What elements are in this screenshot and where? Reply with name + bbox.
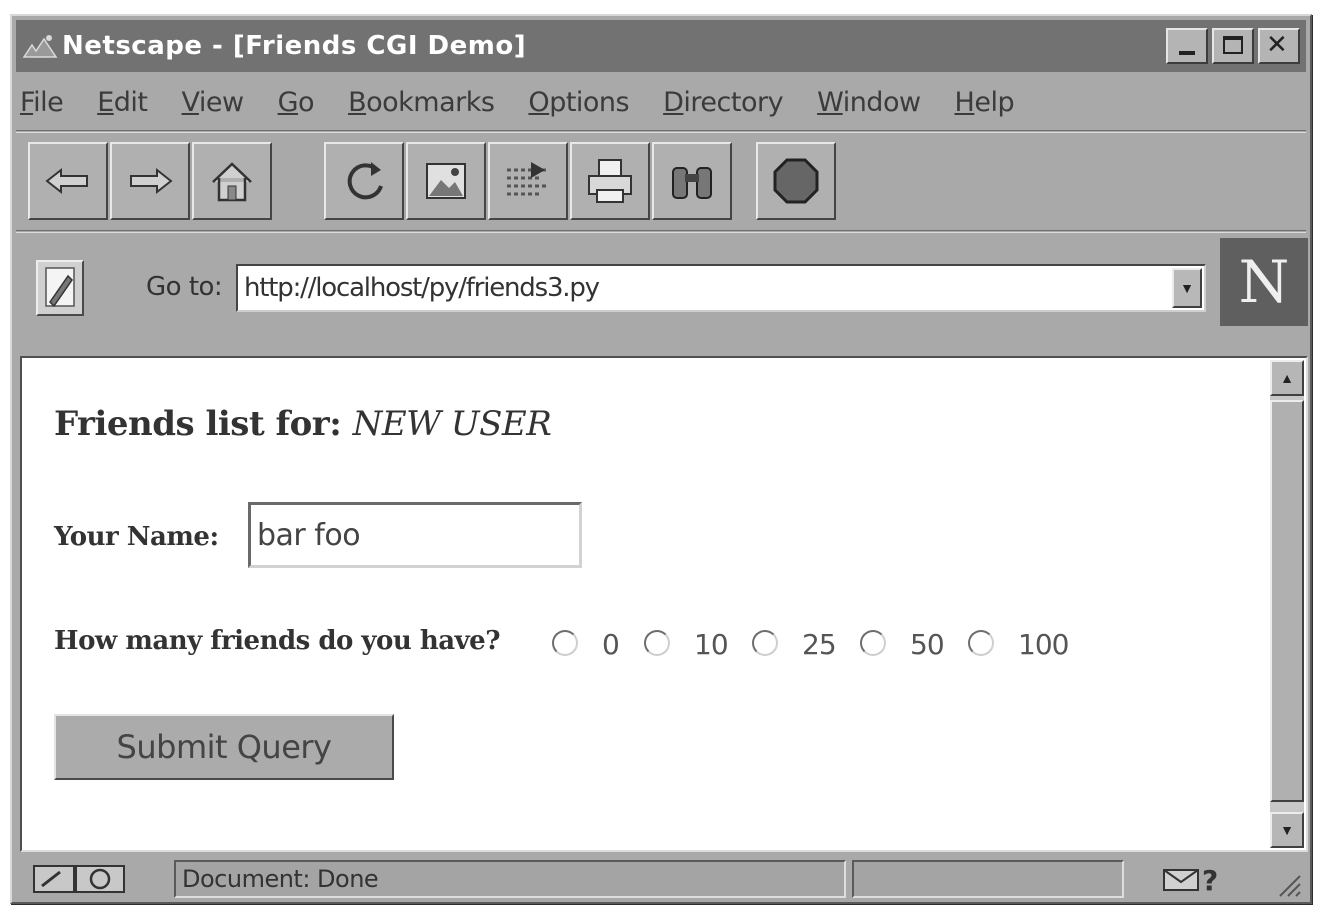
- progress-box: [852, 860, 1124, 898]
- stop-button[interactable]: [756, 142, 836, 220]
- pencil-icon: [45, 267, 75, 308]
- url-dropdown-button[interactable]: ▼: [1172, 268, 1202, 308]
- resize-grip-icon[interactable]: [1272, 868, 1302, 898]
- radio-label-10: 10: [694, 628, 729, 661]
- radio-friends-100[interactable]: [968, 630, 994, 656]
- menu-window[interactable]: Window: [817, 87, 921, 118]
- maximize-icon: [1223, 36, 1243, 54]
- page-content: Friends list for: NEW USER Your Name: Ho…: [20, 356, 1308, 852]
- menu-directory[interactable]: Directory: [663, 87, 783, 118]
- title-bar[interactable]: Netscape - [Friends CGI Demo] ✕: [16, 20, 1306, 72]
- home-button[interactable]: [192, 142, 272, 220]
- find-icon: [672, 167, 712, 199]
- menu-view[interactable]: View: [182, 87, 245, 118]
- menu-bar: File Edit View Go Bookmarks Options Dire…: [16, 78, 1306, 126]
- radio-label-50: 50: [910, 628, 945, 661]
- submit-query-button[interactable]: Submit Query: [54, 714, 394, 780]
- reload-icon: [347, 162, 383, 200]
- back-icon: [45, 167, 88, 195]
- print-button[interactable]: [570, 142, 650, 220]
- name-label: Your Name:: [54, 522, 219, 552]
- back-button[interactable]: [28, 142, 108, 220]
- status-message-box: Document: Done: [174, 860, 846, 898]
- minimize-icon: [1179, 51, 1195, 55]
- menu-edit[interactable]: Edit: [97, 87, 148, 118]
- forward-button[interactable]: [110, 142, 190, 220]
- status-bar: Document: Done ?: [16, 858, 1306, 900]
- goto-label: Go to:: [146, 272, 223, 302]
- netscape-app-icon: [22, 35, 58, 58]
- radio-friends-25[interactable]: [752, 630, 778, 656]
- netscape-logo: N: [1220, 238, 1308, 326]
- url-text[interactable]: http://localhost/py/friends3.py: [238, 273, 1172, 303]
- menu-go[interactable]: Go: [278, 87, 315, 118]
- home-icon: [212, 162, 252, 202]
- menu-help[interactable]: Help: [955, 87, 1015, 118]
- url-field[interactable]: http://localhost/py/friends3.py ▼: [236, 264, 1206, 312]
- heading-user: NEW USER: [352, 404, 552, 444]
- radio-label-0: 0: [602, 628, 620, 661]
- menu-bookmarks[interactable]: Bookmarks: [348, 87, 495, 118]
- page-heading: Friends list for: NEW USER: [54, 404, 552, 444]
- scroll-down-button[interactable]: ▼: [1270, 812, 1304, 848]
- radio-friends-50[interactable]: [860, 630, 886, 656]
- maximize-button[interactable]: [1212, 28, 1254, 64]
- svg-text:?: ?: [1202, 864, 1218, 894]
- mail-icon[interactable]: ?: [1162, 864, 1226, 894]
- radio-label-100: 100: [1018, 628, 1069, 661]
- browser-window: Netscape - [Friends CGI Demo] ✕ File Edi…: [10, 14, 1312, 904]
- images-button[interactable]: [406, 142, 486, 220]
- heading-prefix: Friends list for:: [54, 404, 342, 444]
- scroll-up-button[interactable]: ▲: [1270, 360, 1304, 396]
- menu-options[interactable]: Options: [528, 87, 629, 118]
- friends-question: How many friends do you have?: [54, 626, 500, 656]
- scroll-thumb[interactable]: [1270, 400, 1304, 802]
- images-icon: [426, 163, 466, 199]
- close-icon: ✕: [1266, 30, 1288, 60]
- security-key-icon[interactable]: [32, 862, 128, 896]
- toolbar-separator: [16, 230, 1306, 233]
- radio-friends-10[interactable]: [644, 630, 670, 656]
- minimize-button[interactable]: [1166, 28, 1208, 64]
- vertical-scrollbar[interactable]: ▲ ▼: [1270, 360, 1304, 848]
- forward-icon: [130, 167, 173, 195]
- stop-icon: [773, 158, 819, 204]
- window-title: Netscape - [Friends CGI Demo]: [62, 31, 527, 61]
- name-input[interactable]: [248, 502, 582, 568]
- open-icon: [507, 162, 547, 196]
- menu-separator: [16, 130, 1306, 133]
- reload-button[interactable]: [324, 142, 404, 220]
- open-button[interactable]: [488, 142, 568, 220]
- menu-file[interactable]: File: [20, 87, 64, 118]
- close-button[interactable]: ✕: [1258, 28, 1300, 64]
- print-icon: [588, 159, 632, 203]
- radio-label-25: 25: [802, 628, 837, 661]
- bookmark-edit-icon[interactable]: [36, 260, 84, 316]
- find-button[interactable]: [652, 142, 732, 220]
- radio-friends-0[interactable]: [552, 630, 578, 656]
- status-text: Document: Done: [182, 865, 379, 893]
